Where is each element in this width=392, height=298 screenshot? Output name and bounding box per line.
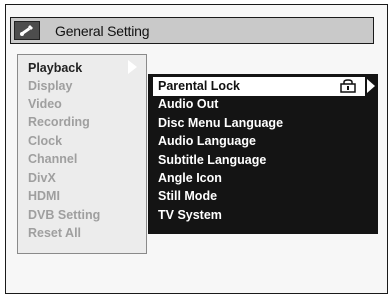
submenu-item-still-mode[interactable]: Still Mode — [158, 187, 217, 206]
submenu-item-tv-system[interactable]: TV System — [158, 206, 222, 225]
menu-item-recording[interactable]: Recording — [28, 113, 138, 132]
menu-item-display[interactable]: Display — [28, 77, 138, 96]
menu-item-clock[interactable]: Clock — [28, 132, 138, 151]
submenu-item-audio-out[interactable]: Audio Out — [158, 95, 218, 114]
page-title: General Setting — [55, 23, 150, 39]
submenu-item-angle-icon[interactable]: Angle Icon — [158, 169, 222, 188]
category-menu: Playback Display Video Recording Clock C… — [17, 54, 147, 254]
menu-item-reset-all[interactable]: Reset All — [28, 224, 138, 243]
menu-item-video[interactable]: Video — [28, 95, 138, 114]
menu-item-channel[interactable]: Channel — [28, 150, 138, 169]
submenu-item-subtitle-language[interactable]: Subtitle Language — [158, 151, 266, 170]
title-bar: General Setting — [10, 17, 374, 44]
chevron-right-icon — [367, 79, 375, 93]
chevron-right-icon — [128, 60, 137, 74]
menu-item-divx[interactable]: DivX — [28, 169, 138, 188]
submenu-item-disc-menu-language[interactable]: Disc Menu Language — [158, 114, 283, 133]
playback-submenu: Parental Lock Audio Out Disc Menu Langua… — [148, 74, 378, 234]
wrench-icon — [14, 21, 40, 40]
menu-item-hdmi[interactable]: HDMI — [28, 187, 138, 206]
lock-icon — [340, 79, 356, 93]
submenu-item-audio-language[interactable]: Audio Language — [158, 132, 256, 151]
menu-item-dvb-setting[interactable]: DVB Setting — [28, 206, 138, 225]
menu-item-playback[interactable]: Playback — [21, 59, 138, 78]
submenu-item-parental-lock[interactable]: Parental Lock — [158, 77, 240, 96]
